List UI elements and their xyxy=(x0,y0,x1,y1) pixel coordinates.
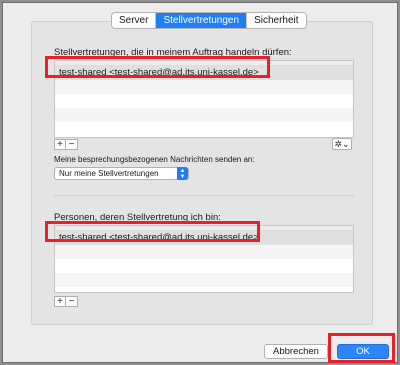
delegates-label: Stellvertretungen, die in meinem Auftrag… xyxy=(54,47,292,58)
list-empty-row xyxy=(55,273,353,287)
remove-delegate-button[interactable]: − xyxy=(66,139,78,150)
cancel-button[interactable]: Abbrechen xyxy=(264,344,328,359)
delegates-list[interactable]: test-shared <test-shared@ad.its.uni-kass… xyxy=(54,60,354,138)
gear-icon[interactable]: ✲⌄ xyxy=(332,138,352,150)
add-delegate-button[interactable]: + xyxy=(54,139,66,150)
chevron-updown-icon: ▲ ▼ xyxy=(177,167,188,180)
delegates-add-remove: + − xyxy=(54,139,78,150)
preferences-window: Server Stellvertretungen Sicherheit Stel… xyxy=(2,2,398,363)
delegating-for-list[interactable]: test-shared <test-shared@ad.its.uni-kass… xyxy=(54,225,354,293)
section-divider xyxy=(54,195,354,196)
delegating-for-row[interactable]: test-shared <test-shared@ad.its.uni-kass… xyxy=(55,231,353,245)
delegate-row[interactable]: test-shared <test-shared@ad.its.uni-kass… xyxy=(55,66,353,80)
delegating-for-add-remove: + − xyxy=(54,296,78,307)
tab-server[interactable]: Server xyxy=(112,13,157,28)
tab-stellvertretungen[interactable]: Stellvertretungen xyxy=(156,13,248,28)
list-empty-row xyxy=(55,80,353,94)
list-empty-row xyxy=(55,108,353,122)
remove-delegating-for-button[interactable]: − xyxy=(66,296,78,307)
delegating-for-label: Personen, deren Stellvertretung ich bin: xyxy=(54,212,221,223)
meeting-messages-label: Meine besprechungsbezogenen Nachrichten … xyxy=(54,155,255,164)
tab-content-panel: Stellvertretungen, die in meinem Auftrag… xyxy=(31,21,373,325)
add-delegating-for-button[interactable]: + xyxy=(54,296,66,307)
meeting-messages-select[interactable]: Nur meine Stellvertretungen ▲ ▼ xyxy=(54,167,189,180)
tab-sicherheit[interactable]: Sicherheit xyxy=(247,13,305,28)
list-empty-row xyxy=(55,259,353,273)
list-empty-row xyxy=(55,94,353,108)
list-empty-row xyxy=(55,245,353,259)
ok-button[interactable]: OK xyxy=(337,344,389,359)
tab-bar: Server Stellvertretungen Sicherheit xyxy=(111,12,307,29)
meeting-messages-selected: Nur meine Stellvertretungen xyxy=(59,169,159,178)
